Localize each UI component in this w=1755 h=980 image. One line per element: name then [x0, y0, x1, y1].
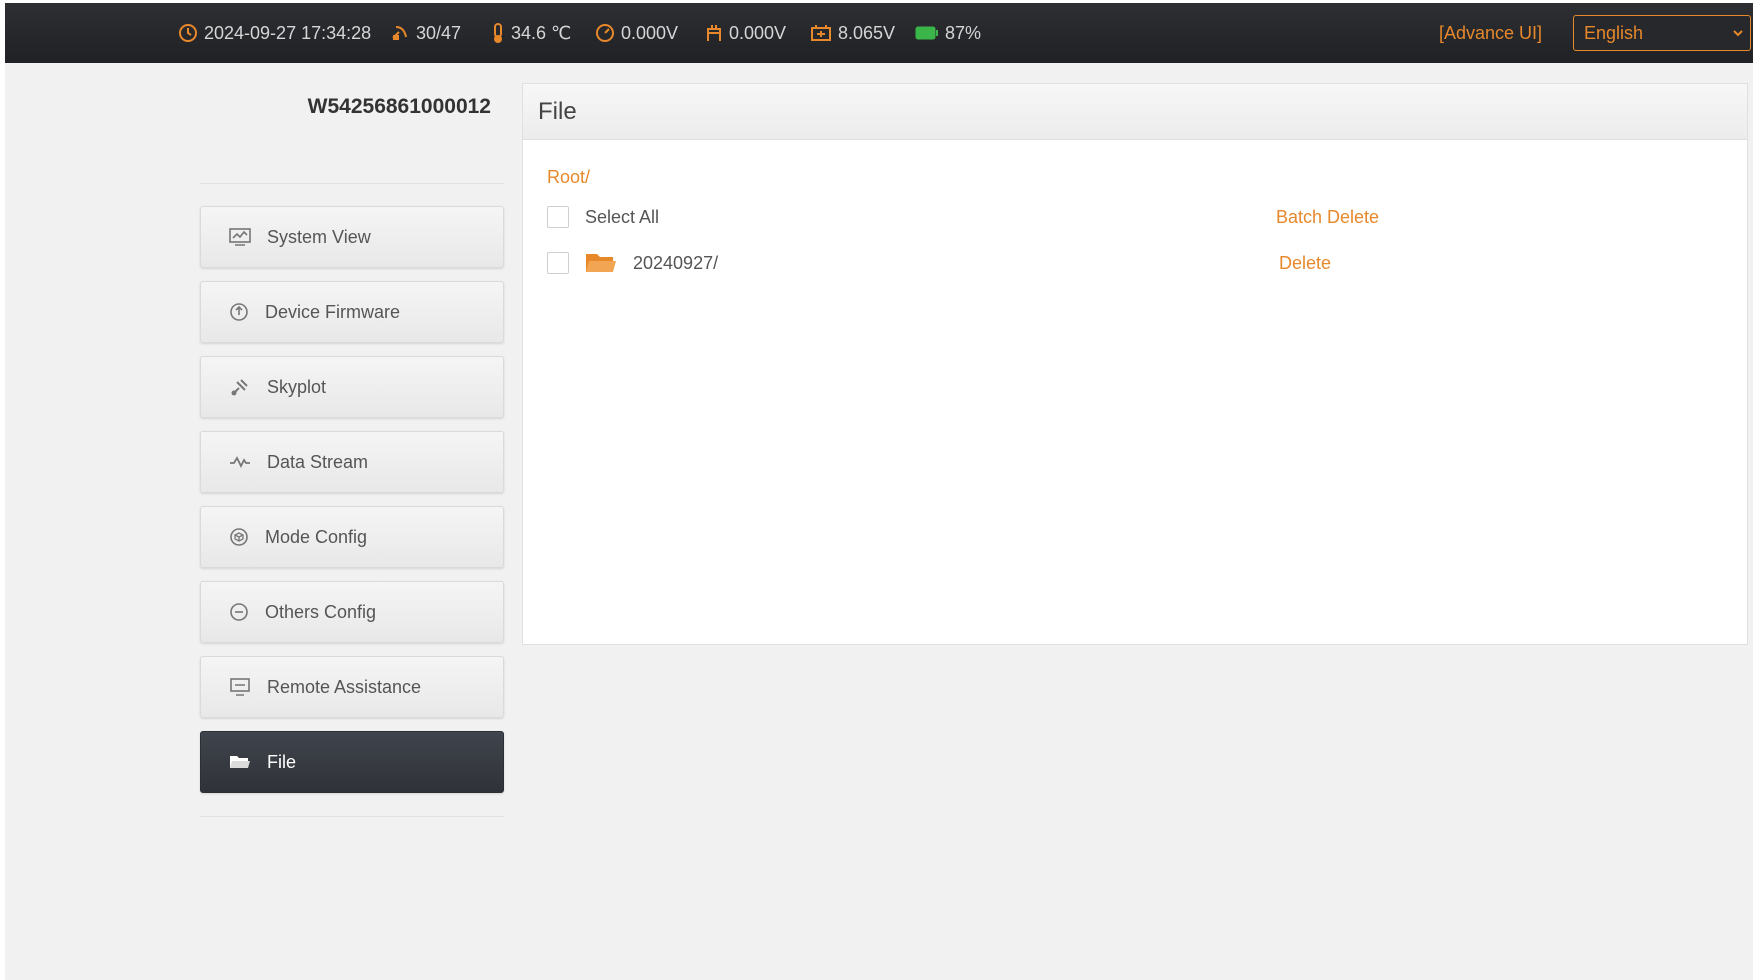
plug-icon [707, 25, 721, 41]
sidebar-item-label: System View [267, 226, 371, 247]
breadcrumb[interactable]: Root/ [547, 167, 590, 188]
clock-icon [179, 24, 197, 42]
satellites-text: 30/47 [416, 22, 462, 43]
sidebar-item-label: Skyplot [267, 376, 327, 397]
cube-icon [230, 528, 248, 546]
select-all-row: Select All Batch Delete [547, 203, 1727, 231]
sidebar-item-mode-config[interactable]: Mode Config [200, 506, 504, 568]
sidebar-divider [200, 816, 504, 817]
sidebar-item-label: File [267, 751, 297, 772]
more-icon [230, 603, 248, 621]
select-all-checkbox[interactable] [547, 206, 569, 228]
datetime-text: 2024-09-27 17:34:28 [204, 22, 372, 43]
datetime-status: 2024-09-27 17:34:28 [178, 3, 371, 63]
sidebar-divider [200, 183, 504, 184]
list-item: 20240927/ Delete [547, 249, 1727, 277]
voltage-3-text: 8.065V [838, 22, 896, 43]
panel-title: File [523, 84, 1747, 140]
battery-text: 87% [945, 22, 982, 43]
select-all-label: Select All [585, 206, 660, 227]
sidebar-item-label: Remote Assistance [267, 676, 422, 697]
sidebar-item-skyplot[interactable]: Skyplot [200, 356, 504, 418]
sidebar-item-system-view[interactable]: System View [200, 206, 504, 268]
language-value: English [1584, 22, 1644, 43]
sidebar-item-file[interactable]: File [200, 731, 504, 793]
status-bar: 2024-09-27 17:34:28 30/47 34.6 ℃ 0.000V … [5, 3, 1753, 63]
voltage-1-status: 0.000V [595, 3, 678, 63]
sidebar-item-data-stream[interactable]: Data Stream [200, 431, 504, 493]
sidebar-item-device-firmware[interactable]: Device Firmware [200, 281, 504, 343]
sidebar-item-label: Device Firmware [265, 301, 401, 322]
voltage-2-text: 0.000V [729, 22, 787, 43]
chevron-down-icon [1733, 30, 1743, 37]
battery-status: 87% [915, 3, 981, 63]
device-id: W54256861000012 [307, 95, 491, 118]
temperature-text: 34.6 ℃ [511, 22, 572, 43]
monitor-icon [229, 228, 251, 246]
satellites-status: 30/47 [390, 3, 461, 63]
language-select[interactable]: English [1573, 15, 1751, 51]
voltage-3-status: 8.065V [810, 3, 895, 63]
file-panel: File Root/ Select All Batch Delete 20240… [522, 83, 1748, 645]
voltage-1-text: 0.000V [621, 22, 679, 43]
voltage-2-status: 0.000V [705, 3, 786, 63]
folder-icon [586, 254, 616, 272]
gauge-icon [596, 24, 614, 42]
sidebar-item-label: Others Config [265, 601, 377, 622]
folder-icon [230, 756, 250, 768]
pulse-icon [230, 456, 250, 469]
temperature-status: 34.6 ℃ [491, 3, 571, 63]
file-checkbox[interactable] [547, 252, 569, 274]
app-frame: 2024-09-27 17:34:28 30/47 34.6 ℃ 0.000V … [5, 3, 1753, 980]
battery-icon [915, 26, 938, 40]
thermometer-icon [494, 23, 502, 43]
satellite-dish-icon [392, 26, 407, 40]
batch-delete-button[interactable]: Batch Delete [1276, 207, 1379, 228]
satellite-icon [231, 379, 248, 396]
sidebar-item-label: Mode Config [265, 526, 368, 547]
sidebar-item-label: Data Stream [267, 451, 369, 472]
firmware-icon [230, 303, 248, 321]
sidebar-item-remote-assistance[interactable]: Remote Assistance [200, 656, 504, 718]
remote-icon [230, 678, 250, 696]
battery-box-icon [811, 25, 831, 41]
sidebar-item-others-config[interactable]: Others Config [200, 581, 504, 643]
folder-name[interactable]: 20240927/ [633, 253, 718, 274]
advance-ui-link[interactable]: [Advance UI] [1439, 3, 1542, 63]
delete-button[interactable]: Delete [1279, 253, 1331, 274]
